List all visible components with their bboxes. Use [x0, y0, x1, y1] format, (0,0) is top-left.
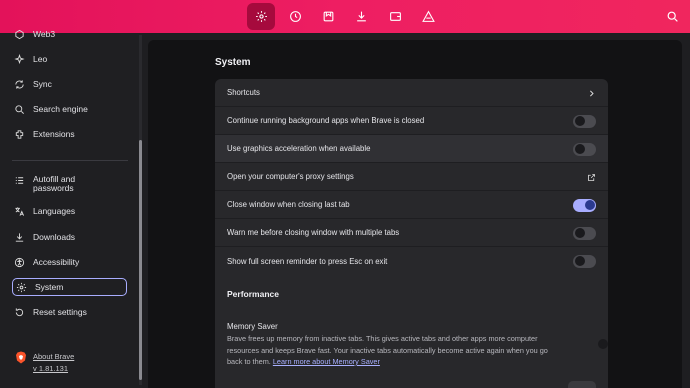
- row-label: Show full screen reminder to press Esc o…: [227, 256, 388, 266]
- sync-icon: [12, 77, 26, 91]
- sidebar-item-label: Accessibility: [33, 257, 80, 267]
- sidebar-item-label: Reset settings: [33, 307, 87, 317]
- bookmarks-button[interactable]: [314, 3, 342, 30]
- sidebar-item-extensions[interactable]: Extensions: [12, 125, 127, 143]
- sidebar-divider: [12, 160, 128, 161]
- shortcuts-row[interactable]: Shortcuts: [215, 79, 608, 107]
- bookmarks-icon: [323, 11, 333, 22]
- sidebar-item-label: Downloads: [33, 232, 76, 242]
- proxy-settings-row[interactable]: Open your computer's proxy settings: [215, 163, 608, 191]
- about-brave-footer[interactable]: About Brave v 1.81.131: [15, 351, 74, 375]
- row-label: Use graphics acceleration when available: [227, 144, 371, 153]
- row-label: Close window when closing last tab: [227, 200, 350, 209]
- history-button[interactable]: [281, 3, 309, 30]
- sidebar-item-reset-settings[interactable]: Reset settings: [12, 303, 127, 321]
- sidebar-item-label: Web3: [33, 29, 56, 39]
- sidebar-item-sync[interactable]: Sync: [12, 75, 127, 93]
- search-icon: [667, 11, 678, 22]
- autofill-icon: [12, 173, 26, 187]
- close-window-last-tab-toggle[interactable]: [573, 198, 596, 212]
- sidebar-item-web3[interactable]: Web3: [12, 25, 127, 43]
- settings-main-panel: System Shortcuts Continue running backgr…: [148, 40, 682, 388]
- sidebar-item-label: Autofill and passwords: [33, 174, 76, 193]
- search-settings-button[interactable]: [658, 3, 686, 30]
- wallet-button[interactable]: [381, 3, 409, 30]
- gear-icon: [255, 11, 267, 22]
- wallet-icon: [389, 12, 401, 21]
- sidebar-item-label: Leo: [33, 54, 48, 64]
- settings-tab-button[interactable]: [247, 3, 275, 30]
- row-label: Continue running background apps when Br…: [227, 116, 425, 125]
- warn-multiple-tabs-row: Warn me before closing window with multi…: [215, 219, 608, 247]
- next-toggle-stub: [568, 381, 596, 388]
- search-icon: [12, 102, 26, 116]
- sidebar-item-search-engine[interactable]: Search engine: [12, 100, 127, 118]
- sidebar-item-autofill[interactable]: Autofill and passwords: [12, 173, 127, 197]
- sidebar-item-label: Sync: [33, 79, 52, 89]
- chevron-right-icon: [587, 79, 596, 107]
- sidebar-scroll-thumb[interactable]: [139, 140, 142, 380]
- fullscreen-reminder-row: Show full screen reminder to press Esc o…: [215, 247, 608, 275]
- close-window-last-tab-row: Close window when closing last tab: [215, 191, 608, 219]
- memory-saver-title: Memory Saver: [227, 322, 278, 331]
- sidebar-item-downloads[interactable]: Downloads: [12, 228, 127, 246]
- sidebar-item-system[interactable]: System: [12, 278, 127, 296]
- download-icon: [12, 230, 26, 244]
- sidebar-item-label: System: [35, 282, 64, 292]
- performance-heading: Performance: [227, 289, 279, 299]
- gear-icon: [14, 280, 28, 294]
- page-title: System: [215, 57, 251, 68]
- brave-version: v 1.81.131: [33, 364, 69, 373]
- system-settings-card: Shortcuts Continue running background ap…: [215, 79, 608, 388]
- sidebar-item-label: Languages: [33, 206, 76, 216]
- warn-multiple-tabs-toggle[interactable]: [573, 226, 596, 240]
- brave-rewards-button[interactable]: [414, 3, 442, 30]
- web3-icon: [12, 27, 26, 41]
- background-apps-row: Continue running background apps when Br…: [215, 107, 608, 135]
- settings-sidebar: Web3 Leo Sync Search engine Extensions A…: [0, 29, 142, 388]
- fullscreen-reminder-toggle[interactable]: [573, 254, 596, 268]
- history-icon: [289, 11, 301, 22]
- sidebar-item-label: Search engine: [33, 104, 88, 114]
- background-apps-toggle[interactable]: [573, 114, 596, 128]
- sidebar-item-languages[interactable]: Languages: [12, 202, 127, 220]
- brave-logo-icon: [16, 351, 26, 364]
- graphics-acceleration-row: Use graphics acceleration when available: [215, 135, 608, 163]
- sidebar-item-label: Extensions: [33, 129, 75, 139]
- extensions-icon: [12, 127, 26, 141]
- graphics-acceleration-toggle[interactable]: [573, 142, 596, 156]
- languages-icon: [12, 204, 26, 218]
- sidebar-item-accessibility[interactable]: Accessibility: [12, 253, 127, 271]
- accessibility-icon: [12, 255, 26, 269]
- about-brave-link[interactable]: About Brave: [33, 351, 74, 363]
- memory-saver-description: Brave frees up memory from inactive tabs…: [227, 334, 548, 366]
- reset-icon: [12, 305, 26, 319]
- leo-icon: [12, 52, 26, 66]
- memory-saver-block: Memory Saver Brave frees up memory from …: [227, 322, 557, 368]
- external-link-icon: [587, 163, 596, 191]
- downloads-icon: [356, 11, 366, 22]
- row-label: Open your computer's proxy settings: [227, 172, 354, 181]
- row-label: Shortcuts: [227, 88, 260, 97]
- sidebar-item-leo[interactable]: Leo: [12, 50, 127, 68]
- memory-saver-learn-more-link[interactable]: Learn more about Memory Saver: [273, 357, 380, 366]
- brave-rewards-icon: [421, 10, 435, 22]
- downloads-button[interactable]: [347, 3, 375, 30]
- row-label: Warn me before closing window with multi…: [227, 228, 400, 237]
